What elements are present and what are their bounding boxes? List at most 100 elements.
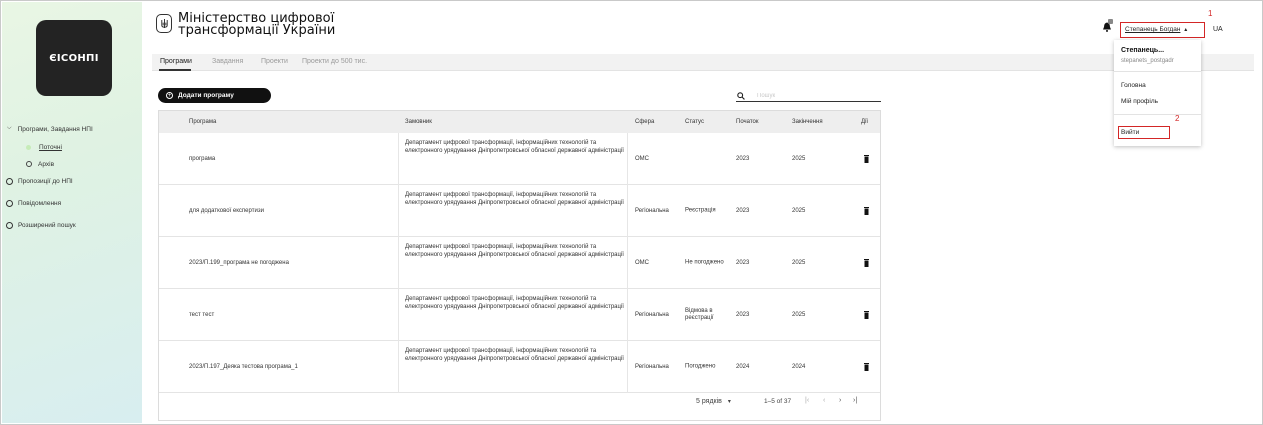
app-logo[interactable]: ЄІСОНПІ — [36, 20, 112, 96]
trident-svg — [160, 18, 168, 28]
status-cell: Реєстрація — [685, 207, 716, 213]
active-tab-indicator — [159, 69, 191, 71]
next-page-icon[interactable]: › — [839, 397, 841, 404]
program-cell: тест тест — [189, 311, 215, 318]
start-cell: 2023 — [736, 207, 750, 214]
tabs-bar: Програми Завдання Проекти Проекти до 500… — [152, 54, 1254, 71]
circle-icon — [26, 161, 32, 167]
previous-page-icon[interactable]: ‹ — [823, 397, 825, 404]
status-cell: Відмова в реєстрації — [685, 307, 714, 321]
sidebar-item-label: Розширений пошук — [18, 222, 76, 229]
table-row[interactable]: програма Департамент цифрової трансформа… — [159, 133, 880, 185]
caret-up-icon: ▴ — [1184, 27, 1188, 33]
column-header-customer[interactable]: Замовник — [405, 119, 432, 125]
trident-icon — [156, 14, 172, 33]
language-switch[interactable]: UA — [1213, 26, 1223, 33]
end-cell: 2025 — [792, 207, 806, 214]
chevron-down-icon: ⌵ — [7, 125, 12, 131]
status-cell: Не погоджено — [685, 259, 724, 265]
table-row[interactable]: для додаткової експертизи Департамент ци… — [159, 185, 880, 237]
sidebar-group-programs[interactable]: ⌵ Програми, Завдання НПІ — [2, 122, 142, 137]
chevron-down-icon: ▾ — [727, 399, 731, 405]
sidebar-nav: ⌵ Програми, Завдання НПІ Поточні Архів П… — [2, 122, 142, 232]
customer-cell: Департамент цифрової трансформації, інфо… — [398, 341, 628, 393]
tab-projects-500k[interactable]: Проекти до 500 тис. — [302, 58, 367, 65]
customer-cell: Департамент цифрової трансформації, інфо… — [398, 133, 628, 185]
column-header-start[interactable]: Початок — [736, 119, 759, 125]
table-row[interactable]: тест тест Департамент цифрової трансформ… — [159, 289, 880, 341]
customer-cell: Департамент цифрової трансформації, інфо… — [398, 289, 628, 341]
sidebar-item-notifications[interactable]: Повідомлення — [2, 197, 142, 210]
user-name: Степанець Богдан — [1125, 26, 1181, 33]
sidebar-item-label: Пропозиції до НПІ — [18, 178, 73, 185]
trash-icon[interactable] — [864, 154, 869, 163]
start-cell: 2023 — [736, 311, 750, 318]
column-header-actions: Дії — [861, 119, 869, 125]
table-row[interactable]: 2023/П.199_програма не погоджена Департа… — [159, 237, 880, 289]
circle-icon — [6, 178, 13, 185]
tab-programs[interactable]: Програми — [160, 58, 192, 65]
program-cell: 2023/П.199_програма не погоджена — [189, 259, 289, 266]
sphere-cell: ОМС — [635, 155, 649, 162]
sidebar-item-label: Архів — [38, 160, 55, 168]
sidebar: ЄІСОНПІ ⌵ Програми, Завдання НПІ Поточні… — [2, 2, 142, 423]
customer-cell: Департамент цифрової трансформації, інфо… — [398, 185, 628, 237]
table-header: Програма Замовник Сфера Статус Початок З… — [159, 111, 880, 133]
sidebar-item-advanced-search[interactable]: Розширений пошук — [2, 219, 142, 232]
sphere-cell: Регіональна — [635, 311, 669, 318]
step-marker-1: 1 — [1208, 9, 1213, 18]
tab-projects[interactable]: Проекти — [261, 58, 288, 65]
rows-per-page-select[interactable]: 5 рядків ▾ — [696, 398, 731, 405]
notification-badge — [1108, 19, 1113, 24]
sphere-cell: ОМС — [635, 259, 649, 266]
menu-item-home[interactable]: Головна — [1121, 82, 1146, 89]
sidebar-item-current[interactable]: Поточні — [2, 141, 142, 153]
trash-icon[interactable] — [864, 258, 869, 267]
search-input[interactable] — [757, 92, 877, 99]
start-cell: 2023 — [736, 259, 750, 266]
sidebar-item-proposals[interactable]: Пропозиції до НПІ — [2, 175, 142, 188]
column-header-sphere[interactable]: Сфера — [635, 119, 654, 125]
app-logo-text: ЄІСОНПІ — [49, 52, 99, 64]
program-cell: 2023/П.197_Деяка тестова програма_1 — [189, 363, 298, 370]
trash-icon[interactable] — [864, 310, 869, 319]
end-cell: 2025 — [792, 155, 806, 162]
last-page-icon[interactable]: ›| — [853, 397, 857, 404]
user-menu-button[interactable]: Степанець Богдан ▴ — [1120, 22, 1205, 38]
menu-user-email: stepanets_postgadr — [1121, 58, 1174, 64]
programs-table: Програма Замовник Сфера Статус Початок З… — [158, 110, 881, 421]
sidebar-item-label: Повідомлення — [18, 200, 62, 207]
page-range: 1–5 of 37 — [764, 398, 792, 405]
start-cell: 2024 — [736, 363, 750, 370]
tab-tasks[interactable]: Завдання — [212, 58, 243, 65]
add-program-button[interactable]: + Додати програму — [158, 88, 271, 103]
circle-icon — [6, 222, 13, 229]
circle-icon — [6, 200, 13, 207]
column-header-end[interactable]: Закінчення — [792, 119, 823, 125]
menu-item-profile[interactable]: Мій профіль — [1121, 98, 1158, 105]
table-row[interactable]: 2023/П.197_Деяка тестова програма_1 Депа… — [159, 341, 880, 393]
ministry-title: Міністерство цифрової трансформації Укра… — [178, 12, 335, 37]
sidebar-item-archive[interactable]: Архів — [2, 158, 142, 170]
column-header-status[interactable]: Статус — [685, 119, 704, 125]
end-cell: 2025 — [792, 311, 806, 318]
plus-icon: + — [166, 92, 173, 99]
sidebar-group-label: Програми, Завдання НПІ — [17, 126, 93, 133]
trash-icon[interactable] — [864, 206, 869, 215]
logout-highlight — [1118, 126, 1170, 139]
rows-per-page-label: 5 рядків — [696, 398, 722, 405]
search-box — [736, 90, 881, 102]
search-icon — [737, 91, 745, 100]
active-dot-icon — [26, 144, 31, 150]
menu-divider — [1114, 114, 1201, 115]
trash-icon[interactable] — [864, 362, 869, 371]
menu-user-name: Степанець... — [1121, 47, 1165, 54]
first-page-icon[interactable]: |‹ — [805, 397, 809, 404]
step-marker-2: 2 — [1175, 114, 1180, 123]
sphere-cell: Регіональна — [635, 207, 669, 214]
start-cell: 2023 — [736, 155, 750, 162]
sidebar-item-label: Поточні — [39, 143, 62, 151]
menu-divider — [1114, 71, 1201, 72]
add-program-label: Додати програму — [178, 92, 234, 99]
column-header-program[interactable]: Програма — [189, 119, 216, 125]
